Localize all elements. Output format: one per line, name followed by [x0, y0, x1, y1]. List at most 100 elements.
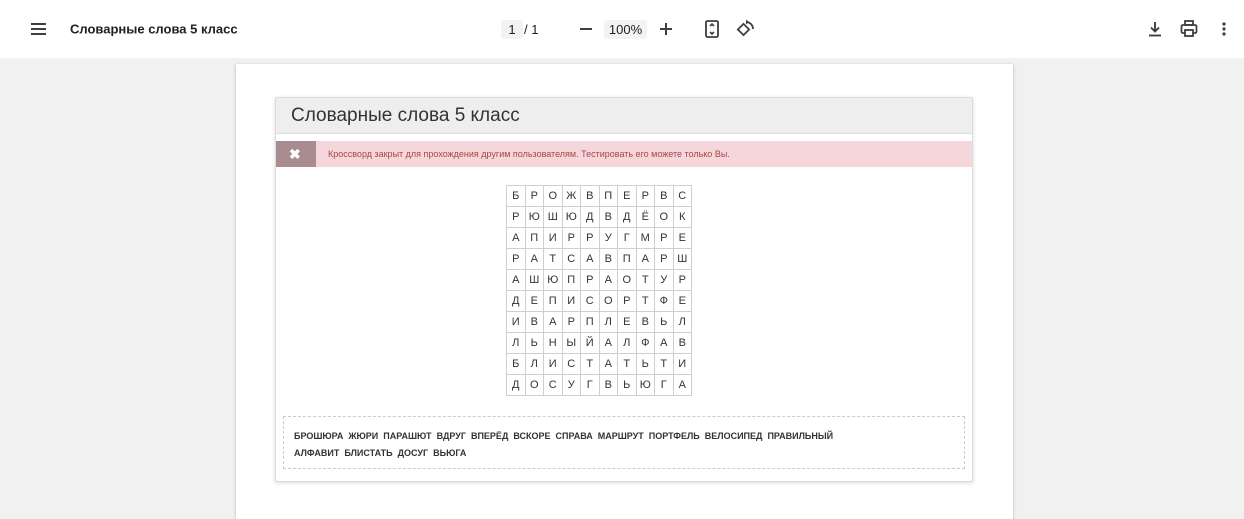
grid-cell[interactable]: Р [561, 311, 581, 333]
grid-cell[interactable]: Р [654, 227, 674, 249]
grid-cell[interactable]: Р [580, 227, 600, 249]
document-viewer[interactable]: Словарные слова 5 класс ✖ Кроссворд закр… [0, 58, 1244, 519]
more-vert-icon[interactable] [1212, 17, 1236, 41]
grid-cell[interactable]: П [617, 248, 637, 270]
grid-cell[interactable]: Ю [543, 269, 563, 291]
grid-cell[interactable]: П [580, 311, 600, 333]
grid-cell[interactable]: Е [524, 290, 544, 312]
grid-cell[interactable]: Т [635, 290, 655, 312]
print-icon[interactable] [1177, 17, 1201, 41]
grid-cell[interactable]: Д [506, 290, 526, 312]
grid-cell[interactable]: У [598, 227, 618, 249]
grid-cell[interactable]: Р [635, 185, 655, 207]
grid-cell[interactable]: Р [524, 185, 544, 207]
grid-cell[interactable]: Л [524, 353, 544, 375]
grid-cell[interactable]: Л [598, 311, 618, 333]
grid-cell[interactable]: Ь [524, 332, 544, 354]
download-icon[interactable] [1143, 17, 1167, 41]
grid-cell[interactable]: Е [672, 290, 692, 312]
grid-cell[interactable]: Е [617, 185, 637, 207]
grid-cell[interactable]: Д [580, 206, 600, 228]
zoom-level-input[interactable]: 100% [604, 20, 647, 39]
grid-cell[interactable]: Т [580, 353, 600, 375]
grid-cell[interactable]: Ф [654, 290, 674, 312]
grid-cell[interactable]: Б [506, 353, 526, 375]
grid-cell[interactable]: А [580, 248, 600, 270]
grid-cell[interactable]: П [543, 290, 563, 312]
grid-cell[interactable]: В [598, 206, 618, 228]
grid-cell[interactable]: И [543, 227, 563, 249]
grid-cell[interactable]: И [672, 353, 692, 375]
grid-cell[interactable]: А [598, 332, 618, 354]
page-number-input[interactable]: 1 [501, 20, 523, 39]
grid-cell[interactable]: Ж [561, 185, 581, 207]
grid-cell[interactable]: Ы [561, 332, 581, 354]
grid-cell[interactable]: И [506, 311, 526, 333]
grid-cell[interactable]: И [543, 353, 563, 375]
grid-cell[interactable]: Р [561, 227, 581, 249]
grid-cell[interactable]: А [598, 269, 618, 291]
grid-cell[interactable]: А [598, 353, 618, 375]
grid-cell[interactable]: Л [672, 311, 692, 333]
grid-cell[interactable]: Р [506, 248, 526, 270]
grid-cell[interactable]: Ь [654, 311, 674, 333]
grid-cell[interactable]: Ш [672, 248, 692, 270]
grid-cell[interactable]: Г [580, 374, 600, 396]
grid-cell[interactable]: У [561, 374, 581, 396]
grid-cell[interactable]: М [635, 227, 655, 249]
grid-cell[interactable]: Л [506, 332, 526, 354]
zoom-in-icon[interactable] [655, 18, 677, 40]
grid-cell[interactable]: Ь [617, 374, 637, 396]
grid-cell[interactable]: С [543, 374, 563, 396]
menu-icon[interactable] [28, 20, 50, 38]
grid-cell[interactable]: Ш [543, 206, 563, 228]
grid-cell[interactable]: О [598, 290, 618, 312]
grid-cell[interactable]: Р [506, 206, 526, 228]
grid-cell[interactable]: Д [617, 206, 637, 228]
grid-cell[interactable]: С [580, 290, 600, 312]
grid-cell[interactable]: С [672, 185, 692, 207]
grid-cell[interactable]: Ю [635, 374, 655, 396]
grid-cell[interactable]: Ю [561, 206, 581, 228]
grid-cell[interactable]: С [561, 353, 581, 375]
fit-page-icon[interactable] [700, 17, 724, 41]
grid-cell[interactable]: И [561, 290, 581, 312]
grid-cell[interactable]: Т [654, 353, 674, 375]
grid-cell[interactable]: В [580, 185, 600, 207]
grid-cell[interactable]: Е [617, 311, 637, 333]
grid-cell[interactable]: В [635, 311, 655, 333]
grid-cell[interactable]: О [617, 269, 637, 291]
grid-cell[interactable]: А [654, 332, 674, 354]
zoom-out-icon[interactable] [575, 18, 597, 40]
grid-cell[interactable]: О [524, 374, 544, 396]
grid-cell[interactable]: Т [617, 353, 637, 375]
grid-cell[interactable]: Д [506, 374, 526, 396]
grid-cell[interactable]: Ш [524, 269, 544, 291]
grid-cell[interactable]: В [598, 248, 618, 270]
grid-cell[interactable]: П [598, 185, 618, 207]
grid-cell[interactable]: А [506, 269, 526, 291]
grid-cell[interactable]: Ь [635, 353, 655, 375]
grid-cell[interactable]: Й [580, 332, 600, 354]
grid-cell[interactable]: П [561, 269, 581, 291]
grid-cell[interactable]: С [561, 248, 581, 270]
grid-cell[interactable]: Л [617, 332, 637, 354]
grid-cell[interactable]: Р [617, 290, 637, 312]
grid-cell[interactable]: В [524, 311, 544, 333]
grid-cell[interactable]: В [672, 332, 692, 354]
grid-cell[interactable]: Р [654, 248, 674, 270]
grid-cell[interactable]: Ё [635, 206, 655, 228]
grid-cell[interactable]: Р [580, 269, 600, 291]
grid-cell[interactable]: Г [617, 227, 637, 249]
grid-cell[interactable]: А [543, 311, 563, 333]
grid-cell[interactable]: В [654, 185, 674, 207]
close-icon[interactable]: ✖ [276, 141, 316, 167]
grid-cell[interactable]: Е [672, 227, 692, 249]
grid-cell[interactable]: П [524, 227, 544, 249]
grid-cell[interactable]: Р [672, 269, 692, 291]
grid-cell[interactable]: Т [635, 269, 655, 291]
grid-cell[interactable]: А [672, 374, 692, 396]
grid-cell[interactable]: Т [543, 248, 563, 270]
grid-cell[interactable]: Б [506, 185, 526, 207]
grid-cell[interactable]: О [543, 185, 563, 207]
